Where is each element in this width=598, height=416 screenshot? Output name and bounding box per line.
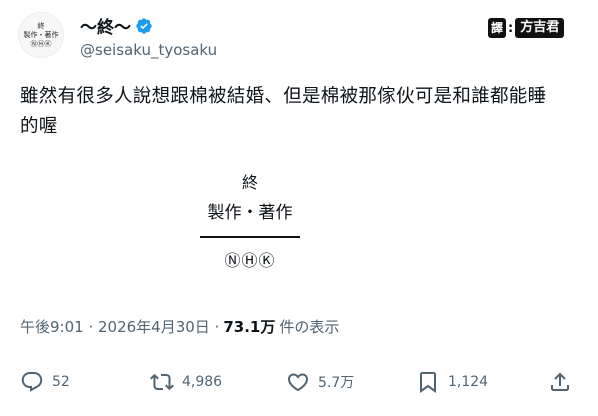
repost-button[interactable]: 4,986 (150, 370, 222, 394)
display-name-text: 〜終〜 (80, 18, 131, 38)
bookmark-count: 1,124 (448, 374, 489, 390)
translator-credit: 譯 : 方吉君 (488, 16, 565, 40)
avatar-line-3: ⓃⒽⓀ (30, 39, 52, 48)
author-handle[interactable]: @seisaku_tyosaku (80, 41, 217, 59)
reply-count: 52 (52, 374, 70, 390)
tweet-meta: 午後9:01 · 2026年4月30日 · 73.1万 件の表示 (20, 316, 339, 337)
reply-icon (21, 372, 43, 392)
translator-name: 方吉君 (515, 18, 565, 38)
display-name[interactable]: 〜終〜 (80, 13, 153, 38)
media-divider (200, 236, 300, 238)
reply-button[interactable]: 52 (20, 370, 70, 394)
repost-count: 4,986 (182, 374, 223, 390)
tweet-text: 雖然有很多人說想跟棉被結婚、但是棉被那傢伙可是和誰都能睡 的喔 (20, 82, 585, 142)
view-count: 73.1万 (223, 318, 276, 336)
like-button[interactable]: 5.7万 (286, 370, 354, 394)
share-icon (551, 372, 569, 391)
verified-badge-icon (136, 17, 152, 34)
tweet-text-line-2: 的喔 (20, 116, 58, 137)
heart-icon (287, 373, 309, 392)
translator-badge: 譯 (488, 18, 507, 38)
view-label: 件の表示 (279, 318, 340, 336)
bookmark-icon (420, 372, 436, 393)
avatar[interactable]: 終 製作・著作 ⓃⒽⓀ (18, 12, 64, 58)
tweet-text-line-1: 雖然有很多人說想跟棉被結婚、但是棉被那傢伙可是和誰都能睡 (20, 86, 547, 107)
translator-separator: : (508, 20, 514, 36)
timestamp[interactable]: 午後9:01 · 2026年4月30日 · (20, 316, 219, 337)
repost-icon (150, 373, 174, 391)
share-button[interactable] (548, 370, 572, 394)
avatar-line-1: 終 (37, 21, 45, 30)
bookmark-button[interactable]: 1,124 (416, 370, 488, 394)
like-count: 5.7万 (318, 375, 355, 391)
action-bar: 52 4,986 5.7万 1,124 (20, 370, 580, 402)
tweet-media[interactable]: 終 製作・著作 ⓃⒽⓀ (150, 172, 350, 272)
avatar-line-2: 製作・著作 (23, 30, 59, 39)
media-marks: ⓃⒽⓀ (224, 251, 276, 270)
media-top-text: 終 (241, 173, 258, 192)
media-title: 製作・著作 (207, 203, 293, 223)
